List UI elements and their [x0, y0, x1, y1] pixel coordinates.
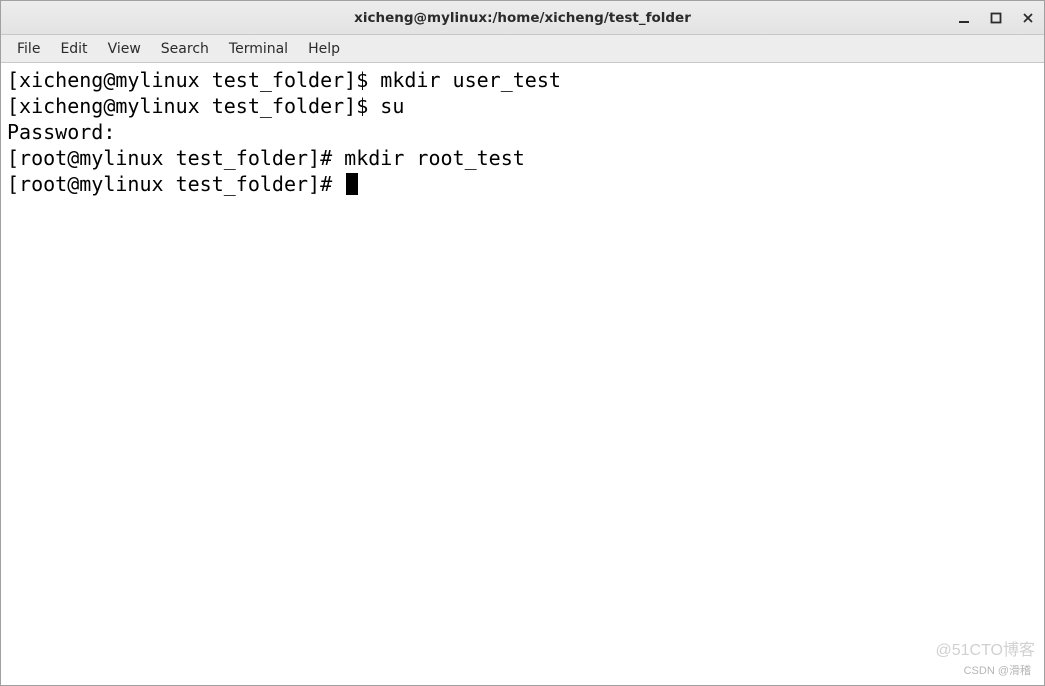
- terminal-line: [root@mylinux test_folder]# mkdir root_t…: [7, 145, 1038, 171]
- terminal-line: [xicheng@mylinux test_folder]$ su: [7, 93, 1038, 119]
- command-text: Password:: [7, 120, 115, 144]
- terminal-line: [root@mylinux test_folder]#: [7, 171, 1038, 197]
- terminal-line: [xicheng@mylinux test_folder]$ mkdir use…: [7, 67, 1038, 93]
- prompt-text: [root@mylinux test_folder]#: [7, 146, 344, 170]
- command-text: mkdir root_test: [344, 146, 525, 170]
- terminal-window: xicheng@mylinux:/home/xicheng/test_folde…: [0, 0, 1045, 686]
- prompt-text: [xicheng@mylinux test_folder]$: [7, 68, 380, 92]
- cursor-icon: [346, 173, 358, 195]
- menu-help[interactable]: Help: [298, 37, 350, 61]
- minimize-icon[interactable]: [954, 8, 974, 28]
- menu-edit[interactable]: Edit: [50, 37, 97, 61]
- menu-view[interactable]: View: [98, 37, 151, 61]
- menu-terminal[interactable]: Terminal: [219, 37, 298, 61]
- watermark-csdn: CSDN @滑稽: [964, 662, 1031, 678]
- terminal-line: Password:: [7, 119, 1038, 145]
- menubar: File Edit View Search Terminal Help: [1, 35, 1044, 63]
- menu-search[interactable]: Search: [151, 37, 219, 61]
- terminal-content[interactable]: [xicheng@mylinux test_folder]$ mkdir use…: [1, 63, 1044, 685]
- window-controls: [954, 1, 1038, 34]
- menu-file[interactable]: File: [7, 37, 50, 61]
- window-title: xicheng@mylinux:/home/xicheng/test_folde…: [354, 10, 691, 26]
- prompt-text: [xicheng@mylinux test_folder]$: [7, 94, 380, 118]
- titlebar[interactable]: xicheng@mylinux:/home/xicheng/test_folde…: [1, 1, 1044, 35]
- watermark-51cto: @51CTO博客: [935, 636, 1035, 660]
- prompt-text: [root@mylinux test_folder]#: [7, 172, 344, 196]
- maximize-icon[interactable]: [986, 8, 1006, 28]
- command-text: su: [380, 94, 404, 118]
- command-text: mkdir user_test: [380, 68, 561, 92]
- close-icon[interactable]: [1018, 8, 1038, 28]
